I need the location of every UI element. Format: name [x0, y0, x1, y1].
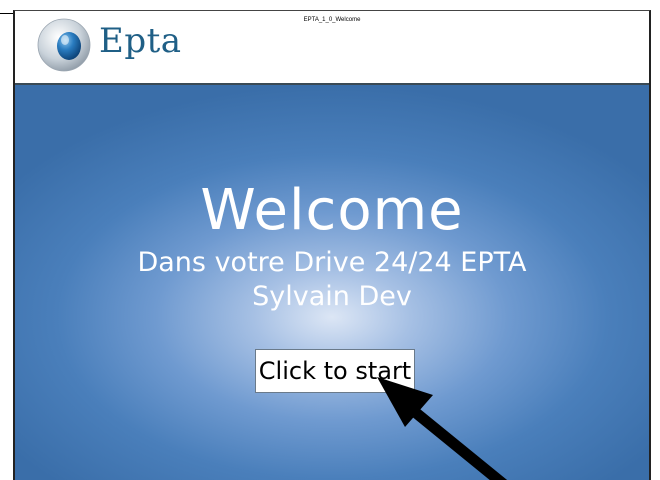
welcome-subtitle: Dans votre Drive 24/24 EPTA: [137, 247, 527, 278]
logo: Epta: [37, 15, 217, 75]
epta-globe-logo-icon: [37, 18, 91, 72]
app-window: Epta EPTA_1_0_Welcome Welcome Dans votre…: [13, 10, 651, 480]
header: Epta EPTA_1_0_Welcome: [15, 11, 649, 85]
user-name: Sylvain Dev: [252, 281, 412, 312]
logo-text: Epta: [99, 21, 182, 61]
welcome-stage: Welcome Dans votre Drive 24/24 EPTA Sylv…: [15, 85, 649, 480]
start-button[interactable]: Click to start: [255, 349, 415, 393]
welcome-heading: Welcome: [200, 178, 464, 243]
screen-title: EPTA_1_0_Welcome: [303, 17, 361, 23]
